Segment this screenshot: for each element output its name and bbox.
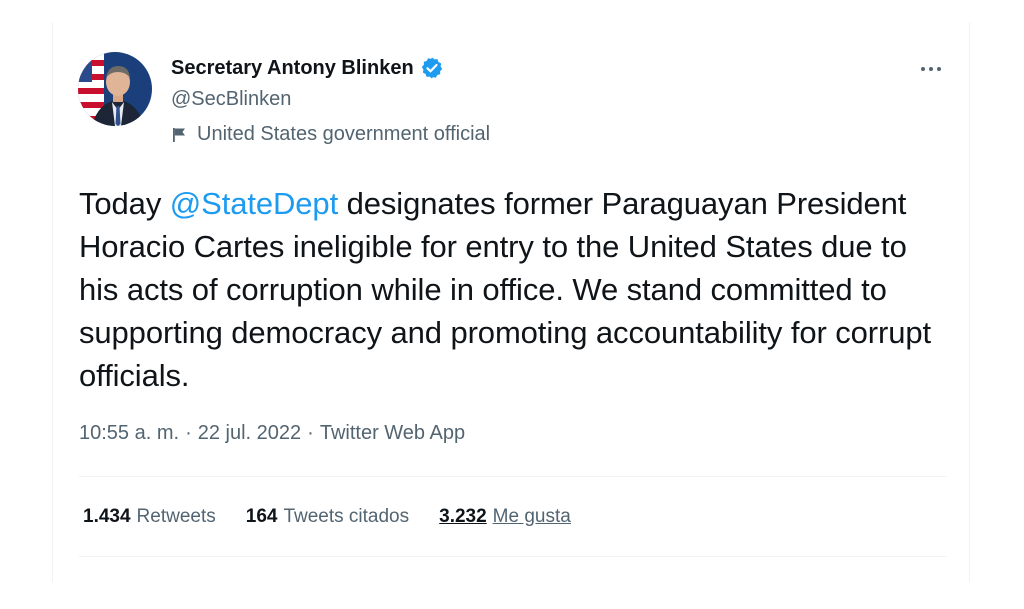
avatar[interactable] — [78, 52, 152, 126]
government-label[interactable]: United States government official — [171, 123, 490, 146]
likes-stat[interactable]: 3.232 Me gusta — [439, 506, 571, 528]
divider — [79, 556, 947, 557]
author-handle[interactable]: @SecBlinken — [171, 88, 291, 111]
tweet-meta: 10:55 a. m. · 22 jul. 2022 · Twitter Web… — [79, 422, 465, 445]
mention-link[interactable]: @StateDept — [170, 186, 338, 221]
author-display-name[interactable]: Secretary Antony Blinken — [171, 57, 414, 80]
tweet-text: Today @StateDept designates former Parag… — [79, 182, 939, 397]
likes-count: 3.232 — [439, 506, 487, 527]
tweet-date[interactable]: 22 jul. 2022 — [198, 422, 301, 445]
flag-icon — [171, 126, 189, 144]
quote-tweets-count: 164 — [245, 506, 278, 527]
tweet-stats: 1.434 Retweets 164 Tweets citados 3.232 … — [83, 506, 571, 528]
verified-badge-icon — [420, 56, 444, 80]
likes-label: Me gusta — [492, 506, 571, 527]
tweet-text-start: Today — [79, 186, 170, 221]
government-label-text: United States government official — [197, 123, 491, 145]
more-options-icon[interactable] — [913, 56, 949, 82]
tweet-time[interactable]: 10:55 a. m. — [79, 422, 179, 445]
divider — [79, 476, 947, 477]
quote-tweets-stat[interactable]: 164 Tweets citados — [246, 506, 409, 528]
meta-separator: · — [307, 422, 314, 444]
retweets-stat[interactable]: 1.434 Retweets — [83, 506, 216, 528]
author-name-row[interactable]: Secretary Antony Blinken — [171, 56, 444, 80]
meta-separator: · — [185, 422, 192, 444]
retweets-label: Retweets — [136, 506, 216, 527]
retweets-count: 1.434 — [83, 506, 131, 527]
tweet-source[interactable]: Twitter Web App — [320, 422, 465, 445]
quote-tweets-label: Tweets citados — [283, 506, 410, 527]
profile-photo-graphic — [78, 52, 152, 126]
tweet-card: Secretary Antony Blinken @SecBlinken Uni… — [52, 22, 970, 582]
